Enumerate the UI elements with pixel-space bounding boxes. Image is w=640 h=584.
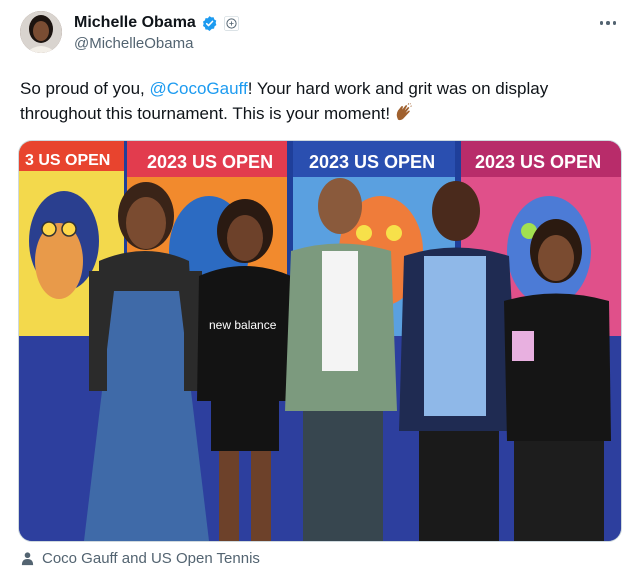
tagged-people[interactable]: Coco Gauff and US Open Tennis <box>20 548 260 568</box>
author-display-name[interactable]: Michelle Obama <box>74 14 196 32</box>
author-handle[interactable]: @MichelleObama <box>74 35 193 52</box>
poster-2-title: 2023 US OPEN <box>147 152 273 172</box>
poster-1-title: 3 US OPEN <box>25 152 110 169</box>
post-header: Michelle Obama @MichelleObama <box>20 11 620 59</box>
more-dot-icon <box>599 21 604 25</box>
poster-4-title: 2023 US OPEN <box>475 152 601 172</box>
shirt-brand-text: new balance <box>209 318 277 332</box>
verified-badge-icon <box>202 15 217 31</box>
post-text-start: So proud of you, <box>20 79 150 98</box>
tagged-people-label[interactable]: Coco Gauff and US Open Tennis <box>42 550 260 567</box>
post-photo[interactable]: 3 US OPEN 2023 US OPEN 2023 US OPEN 2023… <box>18 140 622 542</box>
government-affiliation-icon <box>223 15 239 31</box>
post-text: So proud of you, @CocoGauff! Your hard w… <box>20 76 620 126</box>
author-name-line: Michelle Obama <box>74 14 240 32</box>
more-dot-icon <box>606 21 610 25</box>
author-avatar[interactable] <box>20 11 62 53</box>
clapping-hands-icon <box>396 103 412 121</box>
photo-scene: 3 US OPEN 2023 US OPEN 2023 US OPEN 2023… <box>19 141 621 541</box>
more-options-button[interactable] <box>596 13 620 33</box>
poster-3-title: 2023 US OPEN <box>309 152 435 172</box>
avatar-image <box>20 11 62 53</box>
person-icon <box>21 551 34 565</box>
mention-link[interactable]: @CocoGauff <box>149 79 247 98</box>
more-dot-icon <box>612 21 617 25</box>
